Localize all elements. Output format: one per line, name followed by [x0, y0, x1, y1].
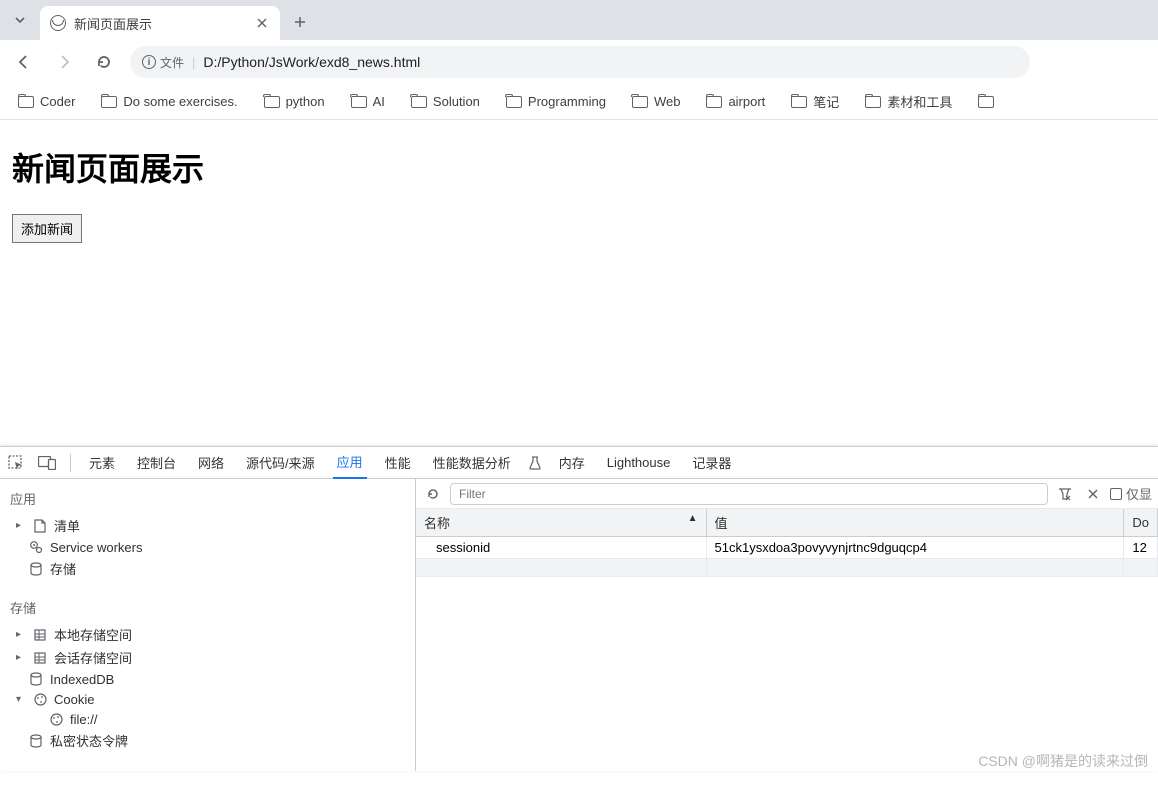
bookmark-item[interactable]: python — [256, 90, 333, 113]
database-icon — [28, 561, 44, 577]
tab-title: 新闻页面展示 — [74, 14, 246, 33]
page-heading: 新闻页面展示 — [12, 144, 1146, 190]
application-sidebar: 应用 ▸ 清单 Service workers 存储 存储 ▸ 本地存储空间 — [0, 479, 416, 771]
table-row[interactable]: sessionid 51ck1ysxdoa3povyvynjrtnc9dguqc… — [416, 537, 1158, 559]
database-icon — [28, 671, 44, 687]
tree-item-private-tokens[interactable]: 私密状态令牌 — [0, 729, 415, 752]
column-value[interactable]: 值 — [706, 509, 1124, 537]
folder-icon — [632, 96, 648, 108]
delete-button[interactable] — [1082, 483, 1104, 505]
new-tab-button[interactable] — [286, 8, 314, 36]
tree-item-service-workers[interactable]: Service workers — [0, 537, 415, 557]
folder-icon — [351, 96, 367, 108]
tree-item-storage[interactable]: 存储 — [0, 557, 415, 580]
devtools-tab-elements[interactable]: 元素 — [85, 447, 119, 478]
cookie-icon — [48, 711, 64, 727]
back-button[interactable] — [10, 48, 38, 76]
browser-tab[interactable]: 新闻页面展示 — [40, 6, 280, 40]
grid-icon — [32, 650, 48, 666]
folder-icon — [791, 96, 807, 108]
bookmark-item[interactable] — [970, 92, 1002, 112]
bookmarks-bar: Coder Do some exercises. python AI Solut… — [0, 84, 1158, 120]
bookmark-item[interactable]: AI — [343, 90, 393, 113]
bookmark-item[interactable]: Web — [624, 90, 689, 113]
clear-filter-button[interactable] — [1054, 483, 1076, 505]
refresh-button[interactable] — [422, 483, 444, 505]
tab-strip: 新闻页面展示 — [0, 0, 1158, 40]
tree-item-cookie[interactable]: ▾ Cookie — [0, 689, 415, 709]
grid-icon — [32, 627, 48, 643]
cookie-icon — [32, 691, 48, 707]
bookmark-item[interactable]: 素材和工具 — [857, 88, 960, 115]
devtools-tab-lighthouse[interactable]: Lighthouse — [603, 449, 675, 476]
filter-bar: 仅显 — [416, 479, 1158, 509]
database-icon — [28, 733, 44, 749]
experiment-icon — [529, 456, 541, 470]
folder-icon — [18, 96, 34, 108]
tab-search-button[interactable] — [6, 6, 34, 34]
devtools-tabs: 元素 控制台 网络 源代码/来源 应用 性能 性能数据分析 内存 Lightho… — [0, 447, 1158, 479]
gear-icon — [28, 539, 44, 555]
tree-item-indexeddb[interactable]: IndexedDB — [0, 669, 415, 689]
tree-item-session-storage[interactable]: ▸ 会话存储空间 — [0, 646, 415, 669]
sidebar-section-storage: 存储 — [0, 592, 415, 623]
device-toggle-icon[interactable] — [38, 456, 56, 470]
only-show-toggle[interactable]: 仅显 — [1110, 484, 1152, 503]
devtools-main: 仅显 名称▲ 值 Do sessionid 51ck1ysxdoa3povyvy… — [416, 479, 1158, 771]
cell-value: 51ck1ysxdoa3povyvynjrtnc9dguqcp4 — [706, 537, 1124, 559]
devtools-tab-memory[interactable]: 内存 — [555, 447, 589, 478]
cell-name: sessionid — [416, 537, 706, 559]
devtools-tab-performance[interactable]: 性能 — [381, 447, 415, 478]
cookies-table: 名称▲ 值 Do sessionid 51ck1ysxdoa3povyvynjr… — [416, 509, 1158, 577]
bookmark-item[interactable]: airport — [698, 90, 773, 113]
document-icon — [32, 518, 48, 534]
folder-icon — [411, 96, 427, 108]
close-tab-button[interactable] — [254, 15, 270, 31]
reload-button[interactable] — [90, 48, 118, 76]
column-name[interactable]: 名称▲ — [416, 509, 706, 537]
browser-toolbar: i 文件 | D:/Python/JsWork/exd8_news.html — [0, 40, 1158, 84]
folder-icon — [506, 96, 522, 108]
folder-icon — [101, 96, 117, 108]
site-label: 文件 — [160, 54, 184, 71]
url-text: D:/Python/JsWork/exd8_news.html — [203, 54, 420, 70]
devtools-body: 应用 ▸ 清单 Service workers 存储 存储 ▸ 本地存储空间 — [0, 479, 1158, 771]
page-content: 新闻页面展示 添加新闻 — [0, 120, 1158, 446]
bookmark-item[interactable]: Solution — [403, 90, 488, 113]
devtools-tab-sources[interactable]: 源代码/来源 — [242, 447, 319, 478]
cell-d: 12 — [1124, 537, 1158, 559]
devtools-tab-perfinsights[interactable]: 性能数据分析 — [429, 447, 515, 478]
checkbox-icon — [1110, 488, 1122, 500]
devtools-tab-network[interactable]: 网络 — [194, 447, 228, 478]
bookmark-item[interactable]: Coder — [10, 90, 83, 113]
folder-icon — [706, 96, 722, 108]
site-info[interactable]: i 文件 — [142, 54, 184, 71]
devtools-panel: 元素 控制台 网络 源代码/来源 应用 性能 性能数据分析 内存 Lightho… — [0, 446, 1158, 771]
sidebar-section-app: 应用 — [0, 483, 415, 514]
folder-icon — [264, 96, 280, 108]
browser-chrome: 新闻页面展示 i 文件 | D:/Python/JsWork/exd8_news… — [0, 0, 1158, 120]
info-icon: i — [142, 55, 156, 69]
devtools-tab-application[interactable]: 应用 — [333, 446, 367, 479]
inspect-icon[interactable] — [8, 455, 24, 471]
folder-icon — [978, 96, 994, 108]
bookmark-item[interactable]: Do some exercises. — [93, 90, 245, 113]
watermark: CSDN @啊猪是的读来过倒 — [978, 751, 1148, 771]
devtools-tab-recorder[interactable]: 记录器 — [688, 447, 735, 478]
filter-input[interactable] — [450, 483, 1048, 505]
bookmark-item[interactable]: 笔记 — [783, 88, 847, 115]
address-bar[interactable]: i 文件 | D:/Python/JsWork/exd8_news.html — [130, 46, 1030, 78]
column-domain[interactable]: Do — [1124, 509, 1158, 537]
tree-item-cookie-file[interactable]: file:// — [0, 709, 415, 729]
devtools-tab-console[interactable]: 控制台 — [133, 447, 180, 478]
folder-icon — [865, 96, 881, 108]
tree-item-local-storage[interactable]: ▸ 本地存储空间 — [0, 623, 415, 646]
bookmark-item[interactable]: Programming — [498, 90, 614, 113]
globe-icon — [50, 15, 66, 31]
forward-button[interactable] — [50, 48, 78, 76]
tree-item-manifest[interactable]: ▸ 清单 — [0, 514, 415, 537]
add-news-button[interactable]: 添加新闻 — [12, 214, 82, 243]
